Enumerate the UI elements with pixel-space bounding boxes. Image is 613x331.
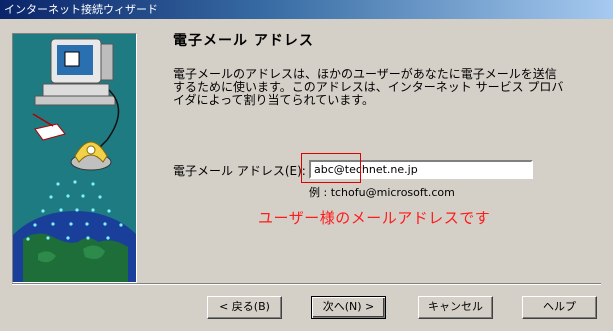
annotation-highlight-box: [301, 153, 361, 183]
next-button[interactable]: 次へ(N) >: [311, 296, 386, 319]
footer-separator: [12, 283, 601, 285]
back-button[interactable]: < 戻る(B): [207, 296, 282, 319]
email-label: 電子メール アドレス(E):: [173, 164, 306, 178]
window-title: インターネット接続ウィザード: [4, 3, 158, 16]
page-heading: 電子メール アドレス: [173, 33, 314, 49]
help-button[interactable]: ヘルプ: [522, 296, 597, 319]
window-titlebar[interactable]: インターネット接続ウィザード: [0, 0, 613, 19]
email-example: 例 : tchofu@microsoft.com: [309, 186, 455, 199]
page-description: 電子メールのアドレスは、ほかのユーザーがあなたに電子メールを送信するために使いま…: [173, 67, 564, 107]
cancel-button[interactable]: キャンセル: [418, 296, 493, 319]
wizard-illustration: [12, 33, 137, 283]
annotation-text: ユーザー様のメールアドレスです: [258, 209, 491, 227]
